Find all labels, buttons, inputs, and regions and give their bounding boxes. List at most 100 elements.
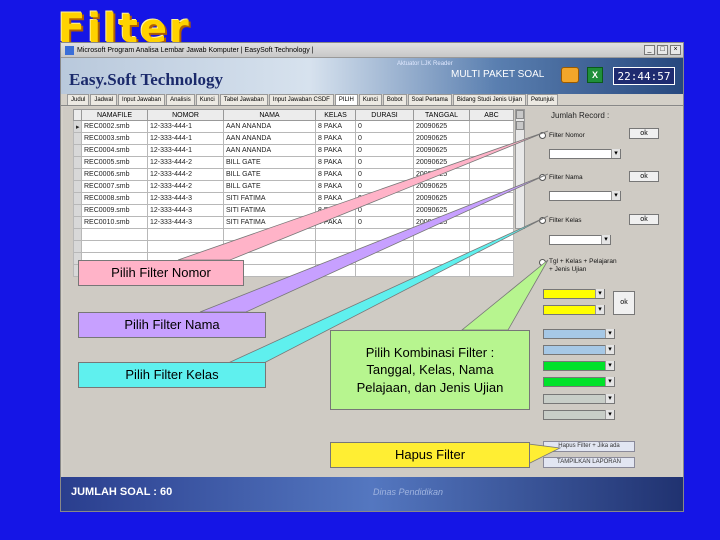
- column-header[interactable]: NAMAFILE: [81, 109, 148, 121]
- empty-cell: [413, 228, 470, 241]
- table-cell: 20090625: [413, 192, 470, 205]
- excel-icon[interactable]: X: [587, 67, 603, 83]
- tab-input-jawaban[interactable]: Input Jawaban: [118, 94, 166, 105]
- filter-kelas-radio[interactable]: [539, 217, 546, 224]
- table-cell: 8 PAKA: [315, 168, 356, 181]
- row-selector[interactable]: [73, 132, 82, 145]
- column-header[interactable]: DURASI: [355, 109, 414, 121]
- tab-petunjuk[interactable]: Petunjuk: [526, 94, 559, 105]
- tab-judul[interactable]: Judul: [67, 94, 90, 105]
- table-row[interactable]: REC0008.smb 12-333-444-3 SITI FATIMA 8 PAKA…: [73, 192, 514, 205]
- filter-nama-select[interactable]: [549, 191, 621, 201]
- tab-jadwal[interactable]: Jadwal: [90, 94, 118, 105]
- tab-kunci[interactable]: Kunci: [195, 94, 219, 105]
- table-cell: 12-333-444-1: [147, 120, 224, 133]
- filter-kombinasi-label: Tgl + Kelas + Pelajaran: [549, 258, 617, 265]
- status-signature: Dinas Pendidikan: [373, 487, 444, 497]
- filter-tanggal-select-2[interactable]: [543, 305, 605, 315]
- tab-analisis[interactable]: Analisis: [166, 94, 195, 105]
- filter-extra-select[interactable]: [543, 394, 615, 404]
- column-header[interactable]: NAMA: [223, 109, 316, 121]
- row-selector[interactable]: [73, 180, 82, 193]
- table-cell: REC0005.smb: [81, 156, 148, 169]
- filter-kelas-select[interactable]: [549, 235, 611, 245]
- table-cell: 20090625: [413, 168, 470, 181]
- empty-cell: [469, 240, 514, 253]
- empty-cell: [315, 264, 356, 277]
- empty-cell: [223, 228, 316, 241]
- tampilkan-laporan-button[interactable]: TAMPILKAN LAPORAN: [543, 457, 635, 468]
- filter-kelas-ok-button[interactable]: ok: [629, 214, 659, 225]
- filter-tanggal-select[interactable]: [543, 289, 605, 299]
- filter-nama-radio[interactable]: [539, 174, 546, 181]
- table-cell: 8 PAKA: [315, 120, 356, 133]
- filter-nomor-radio[interactable]: [539, 132, 546, 139]
- filter-pelajaran-select[interactable]: [543, 345, 615, 355]
- filter-kombinasi-ok-button[interactable]: ok: [613, 291, 635, 315]
- grid-header-row: NAMAFILE NOMOR NAMA KELAS DURASI TANGGAL…: [73, 109, 514, 121]
- table-row[interactable]: REC0005.smb 12-333-444-2 BILL GATE 8 PAKA 0 2…: [73, 156, 514, 169]
- table-cell: 12-333-444-1: [147, 144, 224, 157]
- empty-cell: [469, 264, 514, 277]
- column-header[interactable]: NOMOR: [147, 109, 224, 121]
- filter-nomor-ok-button[interactable]: ok: [629, 128, 659, 139]
- filter-kombinasi-radio[interactable]: [539, 259, 546, 266]
- window-titlebar: Microsoft Program Analisa Lembar Jawab K…: [61, 43, 683, 58]
- maximize-button[interactable]: □: [657, 45, 668, 55]
- empty-cell: [413, 264, 470, 277]
- empty-cell: [81, 228, 148, 241]
- palette-icon[interactable]: [561, 67, 579, 83]
- tab-bidang-studi[interactable]: Bidang Studi Jenis Ujian: [452, 94, 526, 105]
- table-row[interactable]: REC0004.smb 12-333-444-1 AAN ANANDA 8 PAKA 0…: [73, 144, 514, 157]
- app-icon: [65, 45, 74, 55]
- table-cell: [469, 204, 514, 217]
- row-selector[interactable]: [73, 144, 82, 157]
- row-selector[interactable]: [73, 156, 82, 169]
- column-header[interactable]: KELAS: [315, 109, 356, 121]
- table-row[interactable]: REC0003.smb 12-333-444-1 AAN ANANDA 8 PAKA 0…: [73, 132, 514, 145]
- hapus-filter-button[interactable]: Hapus Filter + Jika ada: [543, 441, 635, 452]
- row-selector[interactable]: [73, 204, 82, 217]
- table-cell: [469, 216, 514, 229]
- table-cell: 12-333-444-1: [147, 132, 224, 145]
- filter-extra-select-2[interactable]: [543, 410, 615, 420]
- tab-pilih[interactable]: PILIH: [334, 94, 358, 105]
- table-cell: [469, 168, 514, 181]
- tab-input-csdf[interactable]: Input Jawaban CSDF: [268, 94, 334, 105]
- filter-nomor-select[interactable]: [549, 149, 621, 159]
- minimize-button[interactable]: _: [644, 45, 655, 55]
- tab-soal-pertama[interactable]: Soal Pertama: [407, 94, 452, 105]
- empty-cell: [413, 252, 470, 265]
- table-cell: 20090625: [413, 204, 470, 217]
- filter-jenis-ujian-select-2[interactable]: [543, 377, 615, 387]
- table-cell: 8 PAKA: [315, 132, 356, 145]
- table-row[interactable]: REC0007.smb 12-333-444-2 BILL GATE 8 PAKA 0 2…: [73, 180, 514, 193]
- tab-bobot[interactable]: Bobot: [382, 94, 407, 105]
- close-button[interactable]: ×: [670, 45, 681, 55]
- table-cell: 20090625: [413, 216, 470, 229]
- grid-scrollbar[interactable]: [515, 109, 525, 229]
- table-cell: 20090625: [413, 156, 470, 169]
- record-grid[interactable]: NAMAFILE NOMOR NAMA KELAS DURASI TANGGAL…: [73, 109, 514, 277]
- row-selector[interactable]: ▸: [73, 120, 82, 133]
- mode-label: MULTI PAKET SOAL: [451, 69, 545, 80]
- row-selector[interactable]: [73, 192, 82, 205]
- filter-jenis-ujian-select[interactable]: [543, 361, 615, 371]
- table-cell: REC0004.smb: [81, 144, 148, 157]
- tab-kunci-2[interactable]: Kunci: [358, 94, 382, 105]
- tab-tabel-jawaban[interactable]: Tabel Jawaban: [219, 94, 268, 105]
- row-selector[interactable]: [73, 216, 82, 229]
- table-row[interactable]: REC0009.smb 12-333-444-3 SITI FATIMA 8 PAKA…: [73, 204, 514, 217]
- filter-nama-ok-button[interactable]: ok: [629, 171, 659, 182]
- table-row[interactable]: REC0006.smb 12-333-444-2 BILL GATE 8 PAKA 0 2…: [73, 168, 514, 181]
- window-controls: _ □ ×: [644, 45, 683, 55]
- column-header[interactable]: TANGGAL: [413, 109, 470, 121]
- empty-cell: [81, 240, 148, 253]
- filter-kelas-kombinasi-select[interactable]: [543, 329, 615, 339]
- table-row[interactable]: ▸ REC0002.smb 12-333-444-1 AAN ANANDA 8 PAKA…: [73, 120, 514, 133]
- table-cell: 0: [355, 120, 414, 133]
- table-cell: [469, 192, 514, 205]
- table-row[interactable]: REC0010.smb 12-333-444-3 SITI FATIMA 8 PAKA…: [73, 216, 514, 229]
- row-selector[interactable]: [73, 168, 82, 181]
- column-header[interactable]: ABC: [469, 109, 514, 121]
